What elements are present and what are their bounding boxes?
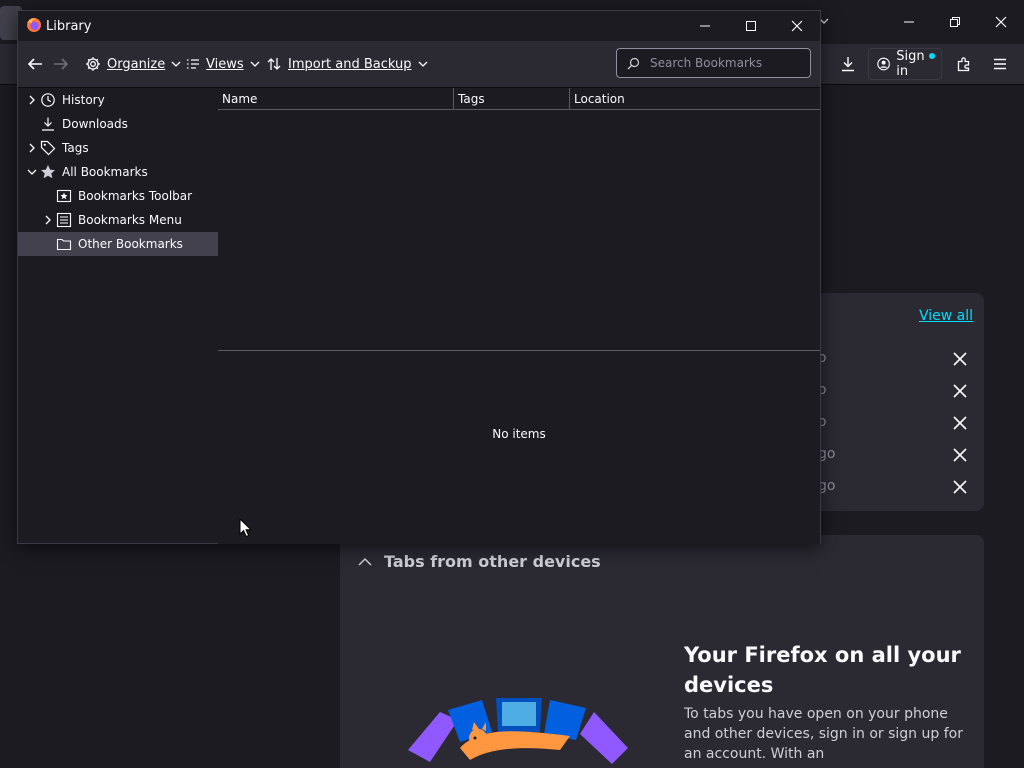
devices-description: To tabs you have open on your phone and … — [684, 706, 963, 762]
import-backup-menu-button[interactable]: Import and Backup — [266, 52, 428, 76]
organize-label: Organize — [107, 56, 166, 72]
gear-icon — [86, 57, 100, 71]
sidebar-item-downloads[interactable]: Downloads — [18, 112, 218, 136]
sign-in-button[interactable]: Sign in — [868, 48, 942, 80]
browser-minimize-button[interactable] — [886, 0, 932, 44]
details-pane: No items — [218, 350, 820, 544]
import-export-icon — [267, 58, 281, 70]
library-minimize-button[interactable] — [682, 11, 728, 41]
library-sidebar-tree: History Downloads Tags All Bookmarks Bookmar… — [18, 88, 219, 543]
chevron-right-icon[interactable] — [24, 92, 40, 108]
sidebar-item-bookmarks-toolbar[interactable]: Bookmarks Toolbar — [18, 184, 218, 208]
chevron-down-icon — [418, 61, 427, 67]
sign-in-label: Sign in — [896, 49, 925, 79]
mouse-cursor-icon — [239, 518, 253, 538]
search-bookmarks-input[interactable] — [648, 55, 802, 71]
arrow-right-icon — [54, 58, 69, 70]
browser-close-button[interactable] — [978, 0, 1024, 44]
column-header-location[interactable]: Location — [570, 88, 820, 110]
list-icon — [187, 59, 199, 69]
extensions-button[interactable] — [948, 48, 980, 80]
views-label: Views — [206, 56, 244, 72]
devices-heading: Tabs from other devices — [384, 552, 601, 571]
view-all-link[interactable]: View all — [919, 308, 973, 324]
sidebar-item-label: Bookmarks Menu — [78, 213, 182, 227]
dismiss-icon[interactable] — [950, 413, 970, 433]
download-icon — [40, 116, 58, 132]
devices-title: Your Firefox on all your devices — [684, 643, 961, 697]
library-titlebar: Library — [18, 11, 820, 41]
app-menu-button[interactable] — [984, 48, 1016, 80]
sidebar-item-label: All Bookmarks — [62, 165, 148, 179]
dismiss-icon[interactable] — [950, 381, 970, 401]
library-close-button[interactable] — [774, 11, 820, 41]
chevron-up-icon — [358, 557, 372, 566]
column-header-tags[interactable]: Tags — [454, 88, 570, 110]
sidebar-item-label: Tags — [62, 141, 89, 155]
notification-dot — [929, 53, 935, 59]
clock-icon — [40, 92, 58, 108]
sidebar-item-tags[interactable]: Tags — [18, 136, 218, 160]
tag-icon — [40, 140, 58, 156]
chevron-down-icon[interactable] — [24, 164, 40, 180]
sidebar-item-label: Other Bookmarks — [78, 237, 183, 251]
dismiss-icon[interactable] — [950, 477, 970, 497]
sidebar-item-other-bookmarks[interactable]: Other Bookmarks — [18, 232, 218, 256]
folder-icon — [56, 236, 74, 252]
bookmarks-list[interactable] — [218, 111, 820, 350]
views-menu-button[interactable]: Views — [186, 52, 260, 76]
import-backup-label: Import and Backup — [288, 56, 412, 72]
star-icon — [40, 164, 58, 180]
firefox-logo-icon — [26, 17, 42, 33]
column-header-name[interactable]: Name — [218, 88, 454, 110]
chevron-right-icon[interactable] — [24, 140, 40, 156]
bookmark-menu-icon — [56, 212, 74, 228]
library-toolbar: Organize Views Import and Backup — [18, 41, 820, 88]
bookmark-toolbar-icon — [56, 188, 74, 204]
no-items-text: No items — [492, 427, 546, 441]
sidebar-item-label: Downloads — [62, 117, 128, 131]
puzzle-icon — [957, 57, 970, 72]
back-button[interactable] — [26, 52, 44, 76]
dismiss-icon[interactable] — [950, 445, 970, 465]
forward-button[interactable] — [52, 52, 70, 76]
chevron-down-icon — [250, 61, 260, 67]
arrow-left-icon — [27, 58, 42, 70]
sidebar-item-history[interactable]: History — [18, 88, 218, 112]
library-maximize-button[interactable] — [728, 11, 774, 41]
library-title: Library — [46, 19, 92, 34]
browser-restore-button[interactable] — [932, 0, 978, 44]
sidebar-item-bookmarks-menu[interactable]: Bookmarks Menu — [18, 208, 218, 232]
library-window: Library Organize Views Import and Backup… — [17, 10, 821, 544]
search-bookmarks-box[interactable] — [616, 48, 811, 78]
organize-menu-button[interactable]: Organize — [85, 52, 181, 76]
dismiss-icon[interactable] — [950, 349, 970, 369]
downloads-button[interactable] — [832, 48, 864, 80]
account-icon — [877, 57, 890, 71]
devices-section-header[interactable]: Tabs from other devices — [358, 552, 601, 571]
chevron-down-icon — [171, 61, 181, 67]
sidebar-item-all-bookmarks[interactable]: All Bookmarks — [18, 160, 218, 184]
chevron-right-icon[interactable] — [40, 212, 56, 228]
firefox-devices-illustration — [400, 690, 640, 768]
search-icon — [627, 57, 640, 69]
sidebar-item-label: History — [62, 93, 105, 107]
sidebar-item-label: Bookmarks Toolbar — [78, 189, 193, 203]
library-content: Name Tags Location No items — [218, 88, 820, 544]
